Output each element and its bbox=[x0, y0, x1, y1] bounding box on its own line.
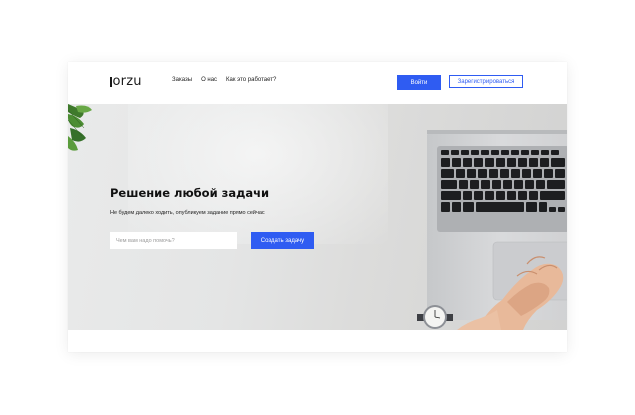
logo-mark-icon bbox=[110, 77, 112, 87]
nav-link-orders[interactable]: Заказы bbox=[172, 77, 192, 83]
logo-text: orzu bbox=[112, 74, 142, 89]
website-mockup: orzu Заказы О нас Как это работает? Войт… bbox=[68, 62, 567, 352]
login-button[interactable]: Войти bbox=[397, 75, 441, 90]
wristwatch-icon bbox=[417, 305, 453, 329]
plant-leaves-icon bbox=[68, 104, 92, 151]
site-logo[interactable]: orzu bbox=[110, 74, 142, 90]
page-background: orzu Заказы О нас Как это работает? Войт… bbox=[0, 0, 635, 415]
hero-subtitle: Не будем далеко ходить, опубликуем задан… bbox=[110, 210, 265, 216]
nav-link-about[interactable]: О нас bbox=[201, 77, 217, 83]
page-footer-strip bbox=[68, 330, 567, 352]
site-header: orzu Заказы О нас Как это работает? Войт… bbox=[68, 62, 567, 104]
create-task-button[interactable]: Создать задачу bbox=[251, 232, 314, 249]
task-search-input[interactable] bbox=[110, 232, 237, 249]
hero-title: Решение любой задачи bbox=[110, 186, 270, 200]
hero-section: Решение любой задачи Не будем далеко ход… bbox=[68, 104, 567, 330]
main-nav: Заказы О нас Как это работает? bbox=[172, 77, 276, 83]
clasped-hands-icon bbox=[457, 256, 564, 330]
nav-link-how-it-works[interactable]: Как это работает? bbox=[226, 77, 276, 83]
register-button[interactable]: Зарегистрироваться bbox=[449, 75, 523, 88]
